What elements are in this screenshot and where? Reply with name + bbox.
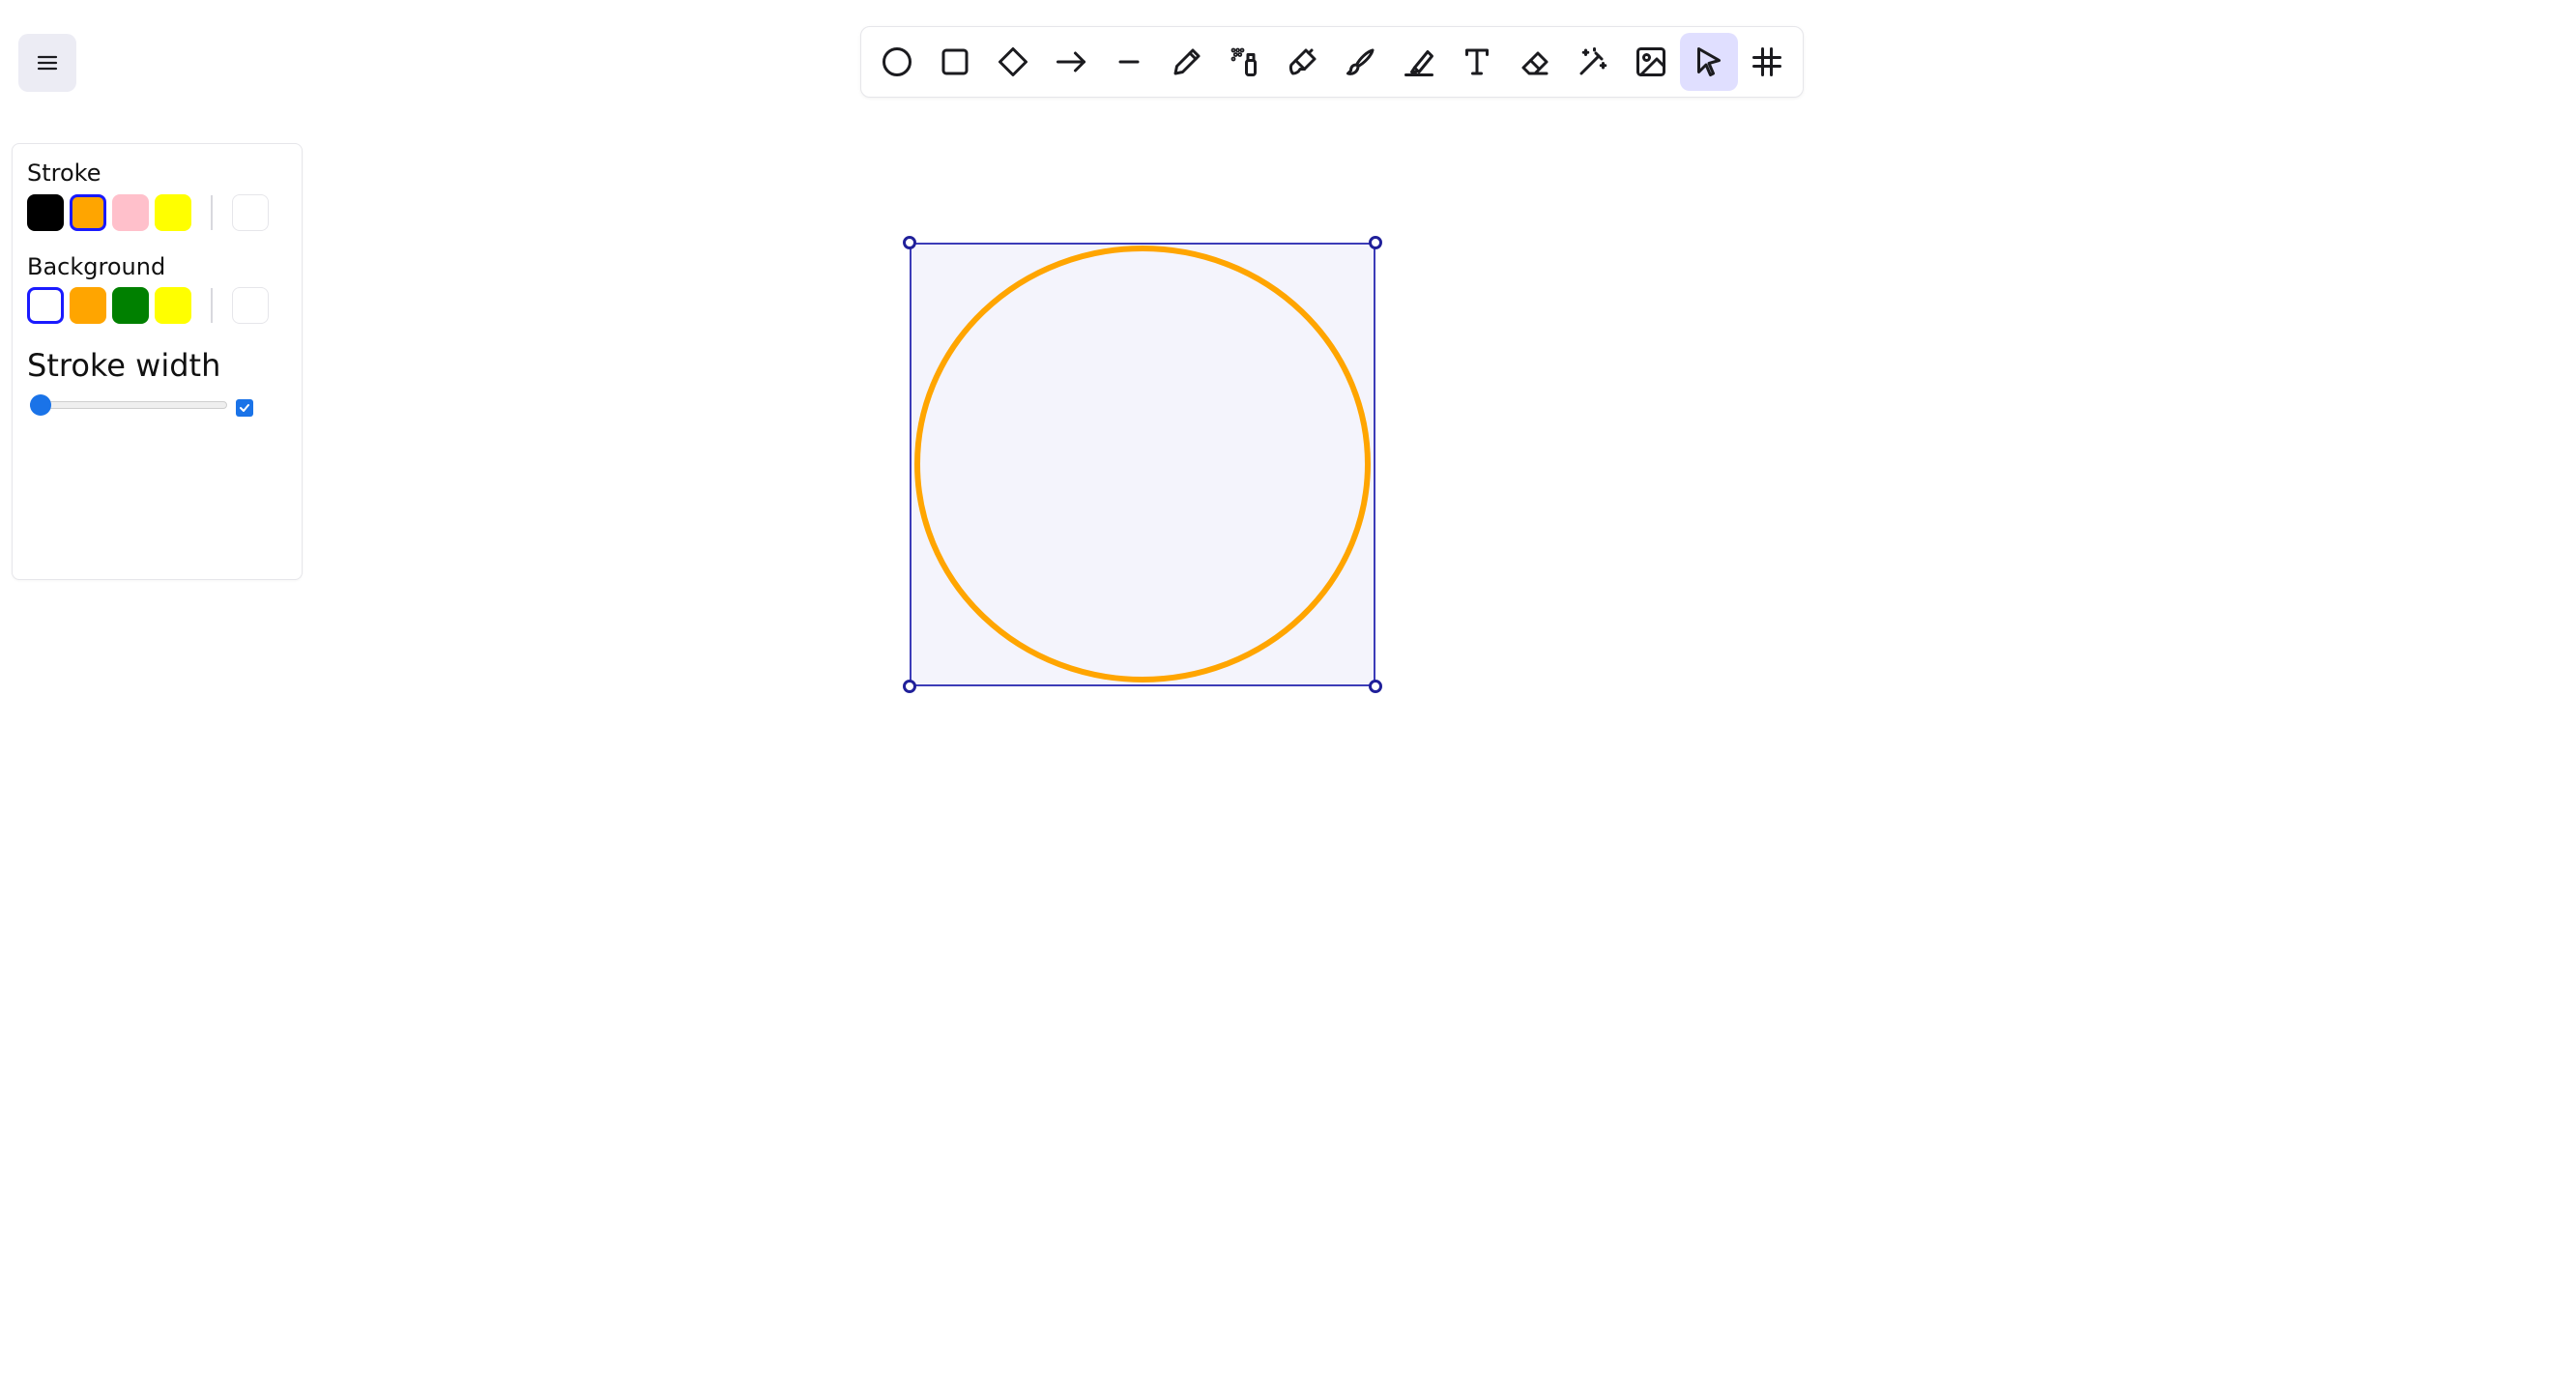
hamburger-icon — [37, 55, 58, 71]
brush-stroke-icon — [1346, 48, 1375, 75]
background-swatch-transparent[interactable] — [27, 287, 64, 324]
eraser-icon — [1521, 51, 1548, 75]
tool-diamond[interactable] — [984, 33, 1042, 91]
selection-box[interactable] — [910, 243, 1375, 686]
arrow-right-icon — [1056, 51, 1085, 73]
properties-panel: Stroke Background Stroke width — [12, 143, 303, 580]
hash-icon — [1752, 47, 1781, 76]
slider-track — [30, 401, 227, 409]
stroke-swatch-orange[interactable] — [70, 194, 106, 231]
paintbrush-icon — [1288, 48, 1317, 75]
stroke-label: Stroke — [27, 160, 101, 187]
stroke-width-slider[interactable] — [30, 394, 227, 416]
magic-wand-icon — [1579, 47, 1607, 75]
resize-handle-top-right[interactable] — [1369, 236, 1382, 249]
line-icon — [1118, 60, 1140, 64]
tool-highlighter[interactable] — [1390, 33, 1448, 91]
tool-brush[interactable] — [1274, 33, 1332, 91]
drawing-canvas — [914, 246, 1371, 682]
tool-line[interactable] — [1100, 33, 1158, 91]
background-swatch-green[interactable] — [112, 287, 149, 324]
stroke-divider — [211, 195, 213, 230]
background-swatch-orange[interactable] — [70, 287, 106, 324]
tool-ellipse[interactable] — [868, 33, 926, 91]
tool-magic[interactable] — [1564, 33, 1622, 91]
tool-pencil[interactable] — [1158, 33, 1216, 91]
pencil-icon — [1173, 48, 1201, 75]
background-custom-color[interactable] — [232, 287, 269, 324]
tool-grid[interactable] — [1738, 33, 1796, 91]
stroke-custom-color[interactable] — [232, 194, 269, 231]
tool-image[interactable] — [1622, 33, 1680, 91]
background-label: Background — [27, 253, 166, 280]
tool-arrow[interactable] — [1042, 33, 1100, 91]
tool-brush-alt[interactable] — [1332, 33, 1390, 91]
background-divider — [211, 288, 213, 323]
stroke-swatch-yellow[interactable] — [155, 194, 191, 231]
circle-icon — [883, 47, 912, 76]
square-icon — [941, 48, 969, 75]
tool-select[interactable] — [1680, 33, 1738, 91]
resize-handle-top-left[interactable] — [903, 236, 916, 249]
tool-rectangle[interactable] — [926, 33, 984, 91]
resize-handle-bottom-right[interactable] — [1369, 680, 1382, 693]
text-icon — [1465, 48, 1489, 75]
highlighter-icon — [1404, 50, 1433, 76]
stroke-swatch-black[interactable] — [27, 194, 64, 231]
cursor-icon — [1697, 47, 1721, 76]
background-color-row — [27, 287, 275, 324]
stroke-width-checkbox[interactable] — [236, 399, 253, 417]
tool-spray[interactable] — [1216, 33, 1274, 91]
background-swatch-yellow[interactable] — [155, 287, 191, 324]
checkmark-icon — [240, 404, 249, 412]
stroke-swatch-pink[interactable] — [112, 194, 149, 231]
stroke-color-row — [27, 194, 275, 231]
resize-handle-bottom-left[interactable] — [903, 680, 916, 693]
diamond-icon — [999, 47, 1028, 76]
image-icon — [1636, 47, 1665, 76]
app-root: Stroke Background Stroke width — [0, 0, 2576, 1393]
stroke-width-label: Stroke width — [27, 347, 221, 384]
tool-text[interactable] — [1448, 33, 1506, 91]
tools-toolbar — [860, 26, 1804, 98]
main-menu-button[interactable] — [18, 34, 76, 92]
tool-eraser[interactable] — [1506, 33, 1564, 91]
spray-can-icon — [1230, 47, 1257, 76]
slider-thumb[interactable] — [30, 394, 51, 416]
